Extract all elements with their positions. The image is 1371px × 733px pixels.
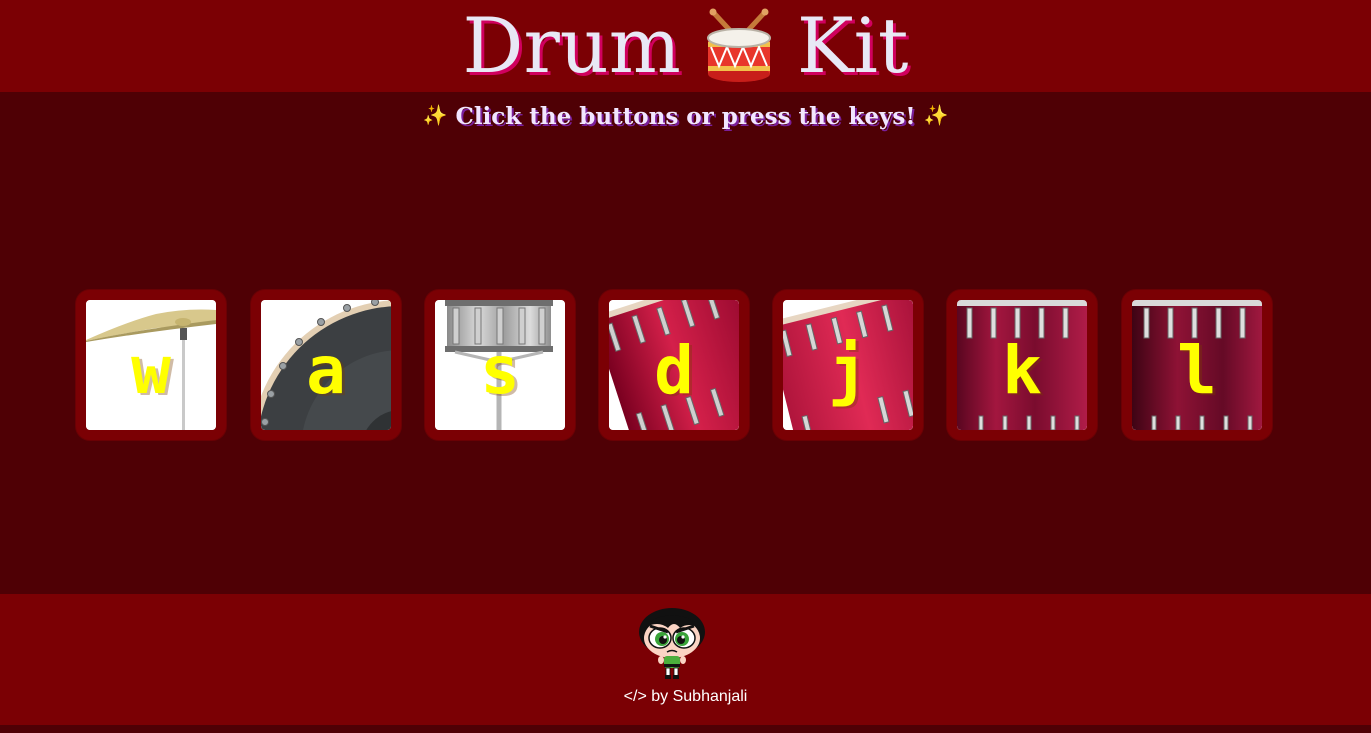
drum-pad-l[interactable]: l <box>1122 290 1272 440</box>
title-word-drum: Drum <box>462 1 681 90</box>
page-title: Drum Kit <box>463 8 909 84</box>
pad-key-letter: a <box>306 332 346 409</box>
pad-key-letter: s <box>480 332 520 409</box>
pad-key-letter: j <box>828 332 868 409</box>
pad-key-letter: l <box>1177 332 1217 409</box>
drum-pad-k[interactable]: k <box>947 290 1097 440</box>
author-credit: </> by Subhanjali <box>623 688 748 705</box>
sparkles-icon: ✨ <box>923 103 949 127</box>
pad-key-letter: k <box>1002 332 1042 409</box>
drum-icon <box>703 8 775 84</box>
drum-pad-j[interactable]: j <box>773 290 923 440</box>
drum-pad-d[interactable]: d <box>599 290 749 440</box>
instructions-subtitle: ✨ Click the buttons or press the keys! ✨ <box>0 103 1371 130</box>
sparkles-icon: ✨ <box>422 103 448 127</box>
instructions-text: Click the buttons or press the keys! <box>455 103 916 130</box>
drum-pad-s[interactable]: s <box>425 290 575 440</box>
title-word-kit: Kit <box>796 1 909 90</box>
buttercup-avatar-icon <box>639 608 705 679</box>
drum-pad-row: w a s d j k l <box>76 290 1276 440</box>
page-bottom-strip <box>0 725 1371 733</box>
pad-key-letter: w <box>131 332 171 409</box>
footer: </> by Subhanjali <box>0 594 1371 725</box>
drum-pad-w[interactable]: w <box>76 290 226 440</box>
drum-pad-a[interactable]: a <box>251 290 401 440</box>
header: Drum Kit <box>0 0 1371 92</box>
pad-key-letter: d <box>654 332 694 409</box>
